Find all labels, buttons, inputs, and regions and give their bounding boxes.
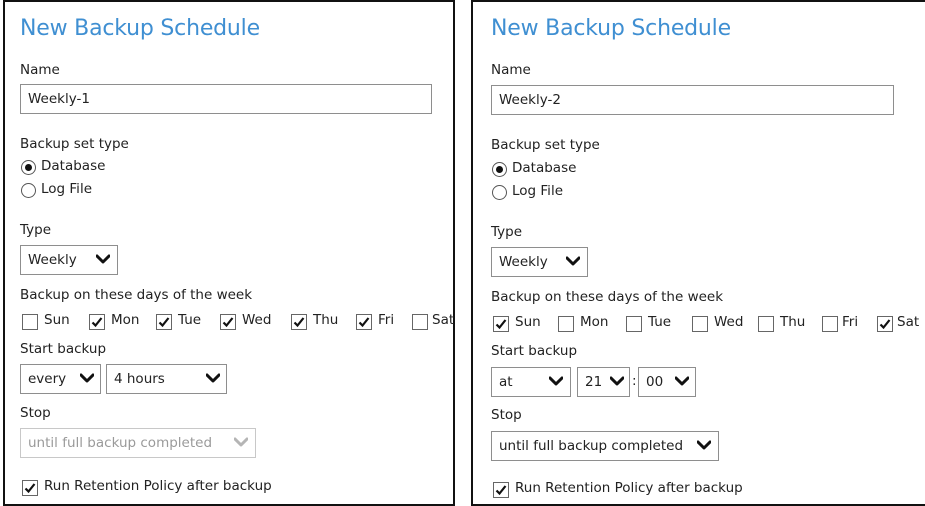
day-label: Mon xyxy=(580,314,609,330)
start-mode-select[interactable]: every xyxy=(20,364,101,394)
start-mode-select[interactable]: at xyxy=(491,367,571,397)
checkbox[interactable] xyxy=(558,316,574,332)
checkmark-icon xyxy=(91,317,103,328)
day-label: Thu xyxy=(780,314,806,330)
start-interval-value: 4 hours xyxy=(114,371,165,387)
type-select[interactable]: Weekly xyxy=(20,245,118,275)
panel-title: New Backup Schedule xyxy=(491,16,731,41)
chevron-down-icon xyxy=(96,254,110,264)
day-label: Wed xyxy=(714,314,744,330)
name-input[interactable]: Weekly-1 xyxy=(20,84,432,114)
checkbox[interactable] xyxy=(758,316,774,332)
checkbox[interactable] xyxy=(220,314,236,330)
start-mode-value: at xyxy=(499,374,513,390)
start-minute-select[interactable]: 00 xyxy=(638,367,696,397)
checkbox[interactable] xyxy=(156,314,172,330)
day-label: Mon xyxy=(111,312,140,328)
checkbox[interactable] xyxy=(356,314,372,330)
days-label: Backup on these days of the week xyxy=(20,287,253,303)
checkmark-icon xyxy=(358,317,370,328)
chevron-down-icon xyxy=(566,256,580,266)
days-label: Backup on these days of the week xyxy=(491,289,724,305)
time-separator: : xyxy=(632,373,637,389)
type-select-value: Weekly xyxy=(499,254,548,270)
checkbox[interactable] xyxy=(877,316,893,332)
chevron-down-icon xyxy=(610,376,624,386)
radio-label-log-file: Log File xyxy=(41,181,92,197)
checkbox[interactable] xyxy=(22,314,38,330)
retention-checkbox[interactable] xyxy=(493,482,509,498)
stop-select: until full backup completed xyxy=(20,428,256,458)
radio-label-database: Database xyxy=(512,160,577,176)
checkmark-icon xyxy=(222,317,234,328)
chevron-down-icon xyxy=(206,373,220,383)
retention-checkbox[interactable] xyxy=(22,480,38,496)
day-label: Sun xyxy=(515,314,541,330)
checkbox[interactable] xyxy=(626,316,642,332)
start-minute-value: 00 xyxy=(646,374,664,390)
checkmark-icon xyxy=(495,319,507,330)
schedule-panel-weekly-1: New Backup Schedule Name Weekly-1 Backup… xyxy=(3,0,455,506)
radio-label-log-file: Log File xyxy=(512,183,563,199)
chevron-down-icon xyxy=(675,376,689,386)
chevron-down-icon xyxy=(697,440,711,450)
start-backup-label: Start backup xyxy=(491,343,578,359)
day-label: Wed xyxy=(242,312,272,328)
stop-select-value: until full backup completed xyxy=(499,438,684,454)
retention-label: Run Retention Policy after backup xyxy=(515,480,743,496)
checkmark-icon xyxy=(158,317,170,328)
start-hour-value: 21 xyxy=(585,374,603,390)
stop-label: Stop xyxy=(491,407,522,423)
name-input[interactable]: Weekly-2 xyxy=(491,85,894,115)
checkbox[interactable] xyxy=(412,314,428,330)
chevron-down-icon xyxy=(549,376,563,386)
day-label: Thu xyxy=(313,312,339,328)
chevron-down-icon xyxy=(234,437,248,447)
checkmark-icon xyxy=(293,317,305,328)
stop-select[interactable]: until full backup completed xyxy=(491,431,719,461)
stop-select-value: until full backup completed xyxy=(28,435,213,451)
checkmark-icon xyxy=(24,483,36,494)
day-label: Tue xyxy=(178,312,202,328)
day-label: Sun xyxy=(44,312,70,328)
day-label: Fri xyxy=(378,312,395,328)
retention-label: Run Retention Policy after backup xyxy=(44,478,272,494)
checkbox[interactable] xyxy=(822,316,838,332)
radio-button-database[interactable] xyxy=(492,162,507,177)
checkbox[interactable] xyxy=(493,316,509,332)
chevron-down-icon xyxy=(80,373,94,383)
name-label: Name xyxy=(491,62,531,78)
stop-label: Stop xyxy=(20,405,51,421)
start-interval-select[interactable]: 4 hours xyxy=(106,364,227,394)
day-label: Sat xyxy=(897,314,920,330)
day-label: Fri xyxy=(842,314,859,330)
backup-set-type-label: Backup set type xyxy=(491,137,600,153)
type-select[interactable]: Weekly xyxy=(491,247,588,277)
name-label: Name xyxy=(20,62,60,78)
radio-button-log-file[interactable] xyxy=(21,183,36,198)
backup-set-type-label: Backup set type xyxy=(20,136,129,152)
radio-button-database[interactable] xyxy=(21,160,36,175)
radio-label-database: Database xyxy=(41,158,106,174)
checkmark-icon xyxy=(879,319,891,330)
radio-button-log-file[interactable] xyxy=(492,185,507,200)
start-mode-value: every xyxy=(28,371,67,387)
start-hour-select[interactable]: 21 xyxy=(577,367,630,397)
checkbox[interactable] xyxy=(692,316,708,332)
panel-title: New Backup Schedule xyxy=(20,16,260,41)
checkmark-icon xyxy=(495,485,507,496)
day-label: Sat xyxy=(432,312,455,328)
checkbox[interactable] xyxy=(291,314,307,330)
day-label: Tue xyxy=(648,314,672,330)
schedule-panel-weekly-2: New Backup Schedule Name Weekly-2 Backup… xyxy=(471,0,925,506)
checkbox[interactable] xyxy=(89,314,105,330)
start-backup-label: Start backup xyxy=(20,341,107,357)
type-label: Type xyxy=(20,222,52,238)
type-select-value: Weekly xyxy=(28,252,77,268)
type-label: Type xyxy=(491,224,523,240)
